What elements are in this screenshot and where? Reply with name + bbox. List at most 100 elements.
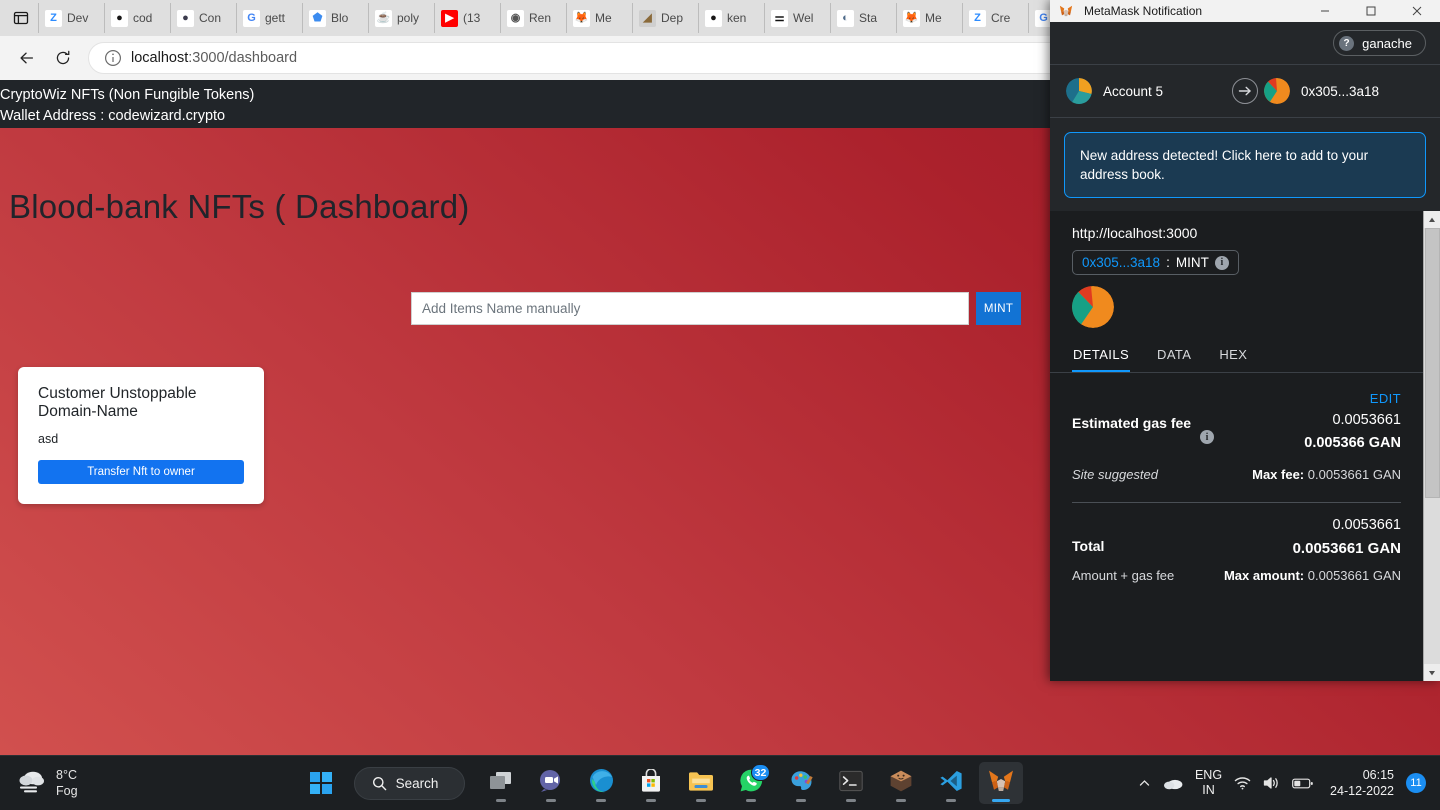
total-secondary: 0.0053661 GAN [1292,540,1401,557]
nft-card: Customer Unstoppable Domain-Name asd Tra… [18,367,264,504]
scrollbar-thumb[interactable] [1424,228,1440,498]
scroll-up-icon[interactable] [1423,211,1440,228]
taskbar-search[interactable]: Search [353,766,466,800]
github-icon: ● [705,9,722,27]
browser-tab[interactable]: 🦊 Me [566,3,632,33]
metamask-scrollbar[interactable] [1423,211,1440,681]
tab-data[interactable]: DATA [1156,341,1192,372]
taskbar-app-paint[interactable] [779,762,823,804]
weather-condition: Fog [56,784,78,798]
mint-item-input[interactable] [411,292,969,325]
paint-icon [789,769,814,798]
gas-fee-primary: 0.0053661 [1332,412,1401,428]
taskbar-app-metamask[interactable] [979,762,1024,804]
total-subrow: Amount + gas fee Max amount: 0.0053661 G… [1072,568,1401,583]
contract-method-pill[interactable]: 0x305...3a18 : MINT i [1072,250,1239,275]
network-selector[interactable]: ? ganache [1333,30,1426,56]
google-icon: G [243,9,260,27]
wifi-icon[interactable] [1234,776,1251,790]
start-button[interactable] [302,764,340,802]
tray-expand-icon[interactable] [1138,777,1151,790]
fog-cloud-icon [17,768,47,799]
scrollbar-track[interactable] [1423,228,1440,664]
browser-tab[interactable]: ◢ Dep [632,3,698,33]
amount-plus-gas-label: Amount + gas fee [1072,568,1175,583]
battery-icon[interactable] [1292,777,1314,790]
taskbar-app-edge[interactable] [579,762,623,804]
onedrive-icon[interactable] [1163,776,1183,790]
youtube-icon: ▶ [441,9,458,27]
minimize-icon[interactable] [1302,0,1348,22]
taskbar-center: Search 32 [187,762,1138,804]
volume-icon[interactable] [1263,776,1280,790]
search-label: Search [395,775,439,791]
taskbar-app-vs-code[interactable] [929,762,973,804]
browser-tab-label: poly [397,11,420,25]
taskbar-app-truffle[interactable] [879,762,923,804]
edit-gas-link[interactable]: EDIT [1072,373,1401,412]
browser-tab[interactable]: ⬟ Blo [302,3,368,33]
language-indicator[interactable]: ENG IN [1195,768,1222,798]
gas-fee-secondary: 0.005366 GAN [1304,435,1401,451]
from-account-avatar [1066,78,1092,104]
windows-taskbar: 8°C Fog Search 32 ENG IN 06:15 24-12-202… [0,755,1440,810]
from-account[interactable]: Account 5 [1066,78,1226,104]
close-icon[interactable] [1394,0,1440,22]
tab-hex[interactable]: HEX [1218,341,1248,372]
browser-tab[interactable]: ⚌ Wel [764,3,830,33]
gas-info-icon[interactable]: i [1200,430,1214,444]
metamask-window-title: MetaMask Notification [1084,4,1203,18]
taskbar-app-indicator [846,799,857,802]
browser-tab-label: Dep [661,11,684,25]
total-primary: 0.0053661 [1332,517,1401,533]
task-view-icon [488,770,514,797]
maximize-icon[interactable] [1348,0,1394,22]
to-account[interactable]: 0x305...3a18 [1264,78,1424,104]
browser-tab[interactable]: ◐ Sta [830,3,896,33]
browser-tab[interactable]: ● ken [698,3,764,33]
browser-tab[interactable]: ● Con [170,3,236,33]
tab-actions-icon[interactable] [4,3,38,33]
mint-row: MINT [411,292,1021,325]
scroll-down-icon[interactable] [1423,664,1440,681]
metamask-icon [988,769,1014,798]
site-info-icon[interactable] [103,48,123,68]
clock[interactable]: 06:15 24-12-2022 [1330,767,1394,799]
taskbar-app-teams[interactable] [529,762,573,804]
browser-tab[interactable]: ● cod [104,3,170,33]
back-icon[interactable] [10,42,44,74]
refresh-icon[interactable] [46,42,80,74]
github-icon: ● [111,9,128,27]
nft-card-subtitle: asd [38,432,59,446]
max-fee-label: Max fee: [1252,467,1305,482]
browser-tab[interactable]: ◉ Ren [500,3,566,33]
browser-tab[interactable]: Ggett [236,3,302,33]
transfer-nft-button[interactable]: Transfer Nft to owner [38,460,244,484]
microsoft-store-icon [639,767,663,798]
browser-tab-label: Me [595,11,612,25]
contract-method: MINT [1175,255,1209,270]
edge-icon [589,768,614,798]
taskbar-app-task-view[interactable] [479,762,523,804]
new-address-notice[interactable]: New address detected! Click here to add … [1064,132,1426,198]
taskbar-app-indicator [646,799,657,802]
site-suggested-label: Site suggested [1072,467,1159,482]
tab-details[interactable]: DETAILS [1072,341,1131,372]
info-icon[interactable]: i [1214,255,1229,270]
taskbar-app-terminal[interactable] [829,762,873,804]
browser-tab[interactable]: 🦊 Me [896,3,962,33]
weather-widget[interactable]: 8°C Fog [17,767,187,799]
browser-tab[interactable]: Z Cre [962,3,1028,33]
browser-tab[interactable]: ☕ poly [368,3,434,33]
taskbar-app-microsoft-store[interactable] [629,762,673,804]
taskbar-apps: 32 [479,762,1024,804]
browser-tab-label: Blo [331,11,349,25]
browser-tab-label: Sta [859,11,878,25]
mint-button[interactable]: MINT [976,292,1021,325]
browser-tab[interactable]: Z Dev [38,3,104,33]
browser-tab[interactable]: ▶ (13 [434,3,500,33]
notification-badge[interactable]: 11 [1406,773,1426,793]
language-line1: ENG [1194,768,1223,782]
taskbar-app-whatsapp[interactable]: 32 [729,762,773,804]
taskbar-app-file-explorer[interactable] [679,762,723,804]
